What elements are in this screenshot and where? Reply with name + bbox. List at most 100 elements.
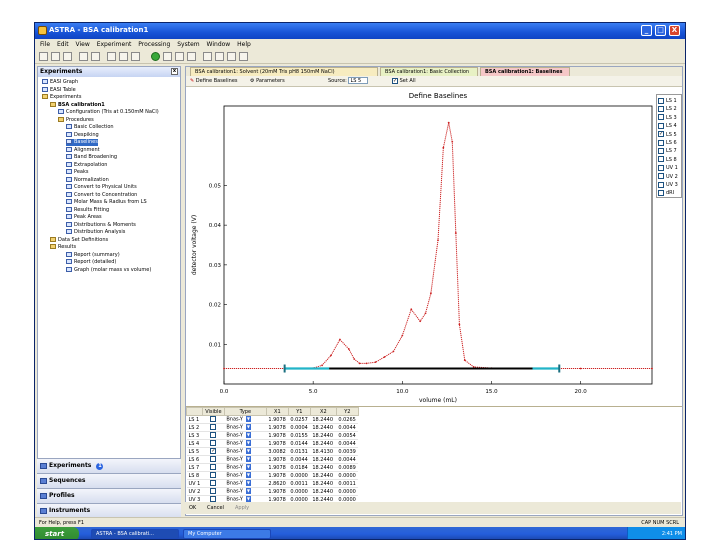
type-cell[interactable]: Bnas-Y ▼ <box>224 447 267 456</box>
table-row[interactable]: LS 5 ✓ Bnas-Y ▼ 3.0082 0.0131 18.4130 0.0039 <box>186 447 359 456</box>
legend-item[interactable]: LS 3 <box>658 114 677 122</box>
legend-item[interactable]: LS 2 <box>658 105 677 113</box>
tree-item[interactable]: Graph (molar mass vs volume) <box>66 266 151 274</box>
tree-item[interactable]: Alignment <box>66 146 100 154</box>
menu-window[interactable]: Window <box>207 39 231 50</box>
value-cell[interactable]: 0.0039 <box>336 447 359 456</box>
tree-item[interactable]: Distributions & Moments <box>66 221 136 229</box>
stop-icon[interactable] <box>175 52 184 61</box>
table-row[interactable]: LS 6 Bnas-Y ▼ 1.9078 0.0044 18.2440 0.0044 <box>186 455 359 464</box>
value-cell[interactable]: 0.0257 <box>288 415 311 424</box>
value-cell[interactable]: 18.2440 <box>310 423 337 432</box>
tree-item[interactable]: EASI Graph <box>42 79 78 86</box>
zoom-icon[interactable] <box>203 52 212 61</box>
nav-profiles-button[interactable]: Profiles <box>37 488 181 503</box>
visible-checkbox[interactable] <box>210 424 217 431</box>
tree-item[interactable]: Peaks <box>66 169 88 176</box>
value-cell[interactable]: 0.0184 <box>288 463 311 472</box>
tree-item[interactable]: Extrapolation <box>66 161 107 169</box>
legend-checkbox[interactable] <box>658 122 664 129</box>
source-dropdown[interactable]: LS 5 <box>348 77 369 84</box>
value-cell[interactable]: 18.2440 <box>310 431 337 440</box>
value-cell[interactable]: 0.0131 <box>288 447 311 456</box>
value-cell[interactable]: 1.9078 <box>266 415 289 424</box>
chevron-down-icon[interactable]: ▼ <box>245 464 251 471</box>
tree-item[interactable]: Convert to Concentration <box>66 191 137 199</box>
col-header-y2[interactable]: Y2 <box>335 407 359 416</box>
visible-checkbox[interactable]: ✓ <box>210 448 217 455</box>
visible-checkbox[interactable] <box>210 464 217 471</box>
value-cell[interactable]: 18.2440 <box>310 471 337 480</box>
value-cell[interactable]: 18.2440 <box>310 455 337 464</box>
legend-checkbox[interactable] <box>658 173 664 180</box>
baseline-end-handle[interactable] <box>558 364 561 373</box>
value-cell[interactable]: 18.2440 <box>310 439 337 448</box>
run-icon[interactable] <box>151 52 160 61</box>
value-cell[interactable]: 1.9078 <box>266 487 289 496</box>
baseline-start-handle[interactable] <box>283 364 286 373</box>
value-cell[interactable]: 1.9078 <box>266 463 289 472</box>
nav-sequences-button[interactable]: Sequences <box>37 473 181 488</box>
value-cell[interactable]: 0.0000 <box>288 471 311 480</box>
value-cell[interactable]: 1.9078 <box>266 431 289 440</box>
minimize-button[interactable]: _ <box>641 25 652 36</box>
zoom-in-icon[interactable] <box>215 52 224 61</box>
cut-icon[interactable] <box>107 52 116 61</box>
pause-icon[interactable] <box>187 52 196 61</box>
value-cell[interactable]: 2.8620 <box>266 479 289 488</box>
col-header-x2[interactable]: X2 <box>309 407 337 416</box>
value-cell[interactable]: 0.0044 <box>288 455 311 464</box>
tree-item[interactable]: Report (summary) <box>66 251 120 259</box>
copy-icon[interactable] <box>119 52 128 61</box>
value-cell[interactable]: 1.9078 <box>266 423 289 432</box>
tree-item[interactable]: Results Fitting <box>66 206 109 214</box>
new-icon[interactable] <box>39 52 48 61</box>
next-icon[interactable] <box>163 52 172 61</box>
visible-cell[interactable] <box>202 415 225 424</box>
nav-experiments-button[interactable]: Experiments 1 <box>37 458 181 473</box>
chart-svg[interactable]: Define Baselines 0.0 5.0 10.0 15.0 20.0 0.01 0.… <box>186 88 656 404</box>
legend-checkbox[interactable] <box>658 105 664 112</box>
chevron-down-icon[interactable]: ▼ <box>245 424 251 431</box>
baseline-chart[interactable]: Define Baselines 0.0 5.0 10.0 15.0 20.0 0.01 0.… <box>186 88 682 404</box>
value-cell[interactable]: 18.2440 <box>310 463 337 472</box>
set-all-checkbox[interactable]: ✓ <box>392 77 398 84</box>
tree-item[interactable]: Basic Collection <box>66 124 114 131</box>
start-button[interactable]: start <box>35 527 79 539</box>
tree-item[interactable]: Normalization <box>66 176 109 184</box>
value-cell[interactable]: 0.0265 <box>336 415 359 424</box>
paste-icon[interactable] <box>131 52 140 61</box>
value-cell[interactable]: 0.0054 <box>336 431 359 440</box>
menu-view[interactable]: View <box>76 39 90 50</box>
tree-item[interactable]: BSA calibration1 <box>50 101 105 109</box>
visible-cell[interactable] <box>202 423 225 432</box>
chevron-down-icon[interactable]: ▼ <box>245 440 251 447</box>
menu-edit[interactable]: Edit <box>57 39 69 50</box>
table-row[interactable]: LS 1 Bnas-Y ▼ 1.9078 0.0257 18.2440 0.0265 <box>186 415 359 424</box>
parameters-button[interactable]: ⚙ Parameters <box>250 76 285 87</box>
tab-baselines[interactable]: BSA calibration1: Baselines <box>480 67 570 76</box>
tree-item[interactable]: Band Broadening <box>66 154 117 161</box>
chevron-down-icon[interactable]: ▼ <box>245 480 251 487</box>
set-all-button[interactable]: ✓ Set All <box>392 76 416 87</box>
legend-checkbox[interactable] <box>658 97 664 104</box>
legend-item[interactable]: ✓ LS 5 <box>658 131 677 139</box>
legend-checkbox[interactable]: ✓ <box>658 131 664 138</box>
table-row[interactable]: LS 3 Bnas-Y ▼ 1.9078 0.0155 18.2440 0.0054 <box>186 431 359 440</box>
type-cell[interactable]: Bnas-Y ▼ <box>224 423 267 432</box>
legend-item[interactable]: dRI <box>658 189 674 197</box>
menu-file[interactable]: File <box>40 39 50 50</box>
legend-checkbox[interactable] <box>658 156 664 163</box>
value-cell[interactable]: 0.0000 <box>336 471 359 480</box>
table-row[interactable]: LS 7 Bnas-Y ▼ 1.9078 0.0184 18.2440 0.0089 <box>186 463 359 472</box>
task-my-computer[interactable]: My Computer <box>183 529 271 539</box>
value-cell[interactable]: 0.0004 <box>288 423 311 432</box>
col-header-visible[interactable]: Visible <box>201 407 225 416</box>
tree-item[interactable]: Baselines <box>66 139 98 146</box>
type-cell[interactable]: Bnas-Y ▼ <box>224 463 267 472</box>
value-cell[interactable]: 18.4130 <box>310 447 337 456</box>
type-cell[interactable]: Bnas-Y ▼ <box>224 487 267 496</box>
close-button[interactable]: X <box>669 25 680 36</box>
col-header-y1[interactable]: Y1 <box>287 407 311 416</box>
table-row[interactable]: LS 8 Bnas-Y ▼ 1.9078 0.0000 18.2440 0.0000 <box>186 471 359 480</box>
